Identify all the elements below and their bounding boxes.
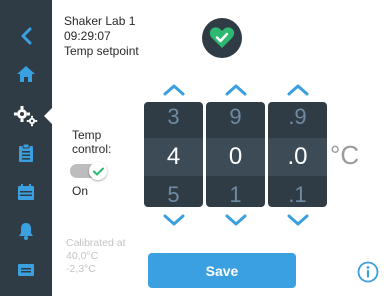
temperature-unit: °C <box>330 140 360 170</box>
chevron-down-icon <box>287 214 309 226</box>
home-icon <box>17 66 35 82</box>
temp-control-toggle[interactable] <box>70 162 107 180</box>
toggle-knob <box>89 162 107 180</box>
increment-tens-button[interactable] <box>160 82 188 98</box>
calibration-info: Calibrated at 40,0°C -2,3°C <box>66 237 126 276</box>
heart-check-icon <box>209 27 235 48</box>
digit-drum-ones[interactable]: 9 0 1 <box>206 102 265 207</box>
drum-current-value: .0 <box>287 143 308 170</box>
decrement-tenths-button[interactable] <box>284 212 312 228</box>
check-icon <box>92 167 104 175</box>
drum-next-value: 5 <box>167 182 180 207</box>
temp-control-label: Temp control: <box>72 128 112 156</box>
calibration-point-2: -2,3°C <box>66 263 96 275</box>
chevron-down-icon <box>163 214 185 226</box>
increment-ones-button[interactable] <box>222 82 250 98</box>
chevron-up-icon <box>163 84 185 96</box>
info-button[interactable] <box>357 261 379 283</box>
page-title: Temp setpoint <box>64 44 139 58</box>
sidebar-item-alarms[interactable] <box>0 213 52 249</box>
chevron-up-icon <box>225 84 247 96</box>
drum-next-value: .1 <box>288 182 307 207</box>
active-indicator <box>44 107 53 125</box>
sidebar-item-home[interactable] <box>0 56 52 92</box>
header-info: Shaker Lab 1 09:29:07 Temp setpoint <box>64 14 139 59</box>
decrement-tens-button[interactable] <box>160 212 188 228</box>
settings-icon <box>14 106 38 127</box>
drum-prev-value: 9 <box>229 104 242 129</box>
digit-drum-tenths[interactable]: .9 .0 .1 <box>268 102 327 207</box>
info-icon <box>357 261 379 283</box>
sidebar-item-messages[interactable] <box>0 252 52 288</box>
increment-tenths-button[interactable] <box>284 82 312 98</box>
clock-time: 09:29:07 <box>64 29 111 43</box>
drum-prev-value: 3 <box>167 104 180 129</box>
device-name: Shaker Lab 1 <box>64 14 136 28</box>
decrement-ones-button[interactable] <box>222 212 250 228</box>
drum-next-value: 1 <box>229 182 242 207</box>
drum-current-value: 0 <box>228 143 243 170</box>
drum-prev-value: .9 <box>288 104 307 129</box>
toggle-state-label: On <box>72 184 89 198</box>
sidebar-item-settings[interactable] <box>0 98 53 134</box>
message-icon <box>18 264 34 276</box>
calibration-point-1: 40,0°C <box>66 250 99 262</box>
calendar-icon <box>18 184 34 200</box>
bell-icon <box>19 223 33 240</box>
sidebar-item-calendar[interactable] <box>0 174 52 210</box>
save-button[interactable]: Save <box>148 253 296 288</box>
back-button[interactable] <box>0 18 52 54</box>
digit-drum-tens[interactable]: 3 4 5 <box>144 102 203 207</box>
chevron-down-icon <box>225 214 247 226</box>
sidebar-item-log[interactable] <box>0 135 52 171</box>
clipboard-icon <box>19 143 33 162</box>
sidebar <box>0 0 53 296</box>
chevron-up-icon <box>287 84 309 96</box>
calibration-title: Calibrated at <box>66 237 126 249</box>
status-badge <box>202 18 242 58</box>
back-arrow-icon <box>21 27 32 45</box>
drum-current-value: 4 <box>166 143 181 170</box>
